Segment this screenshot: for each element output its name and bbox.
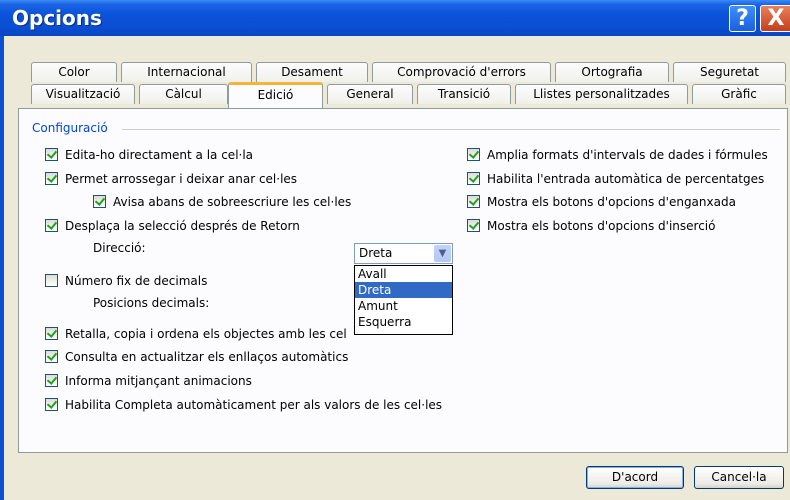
close-button[interactable]: X — [760, 5, 790, 32]
tab-edicio[interactable]: Edició — [228, 82, 323, 108]
tab-ortografia[interactable]: Ortografia — [555, 62, 669, 82]
checkbox-label: Mostra els botons d'opcions d'enganxada — [487, 195, 736, 209]
checkbox-box[interactable] — [467, 172, 480, 185]
checkbox-box[interactable] — [467, 219, 480, 232]
cancel-button[interactable]: Cancel·la — [694, 466, 784, 489]
options-dialog: Opcions ? X Color Internacional Desament… — [0, 0, 790, 500]
title-bar[interactable]: Opcions ? X — [0, 0, 790, 36]
checkbox-label: Habilita l'entrada automàtica de percent… — [487, 172, 765, 186]
checkbox-label: Número fix de decimals — [65, 274, 208, 288]
direction-dropdown-list: Avall Dreta Amunt Esquerra — [354, 265, 453, 335]
checkbox-box[interactable] — [467, 148, 480, 161]
dropdown-option-esquerra[interactable]: Esquerra — [355, 314, 452, 330]
dropdown-option-avall[interactable]: Avall — [355, 266, 452, 282]
checkbox-box[interactable] — [45, 398, 58, 411]
checkbox-box[interactable] — [45, 374, 58, 387]
checkbox-label: Permet arrossegar i deixar anar cel·les — [65, 172, 298, 186]
checkbox-box[interactable] — [45, 148, 58, 161]
dropdown-option-dreta[interactable]: Dreta — [355, 282, 452, 298]
checkbox-label: Retalla, copia i ordena els objectes amb… — [65, 327, 347, 341]
chevron-down-icon[interactable]: ▼ — [434, 245, 451, 262]
tab-seguretat[interactable]: Seguretat — [673, 62, 786, 82]
checkbox-label: Consulta en actualitzar els enllaços aut… — [65, 350, 349, 364]
checkbox-box[interactable] — [45, 350, 58, 363]
tab-internacional[interactable]: Internacional — [121, 62, 252, 82]
checkbox-box[interactable] — [45, 327, 58, 340]
checkbox-box[interactable] — [93, 195, 106, 208]
window-title: Opcions — [12, 6, 102, 30]
checkbox-label: Habilita Completa automàticament per als… — [65, 398, 443, 412]
tab-desament[interactable]: Desament — [256, 62, 368, 82]
ok-button[interactable]: D'acord — [586, 466, 684, 489]
direction-select-value: Dreta — [359, 246, 393, 260]
tab-general[interactable]: General — [327, 84, 413, 104]
checkbox-label: Edita-ho directament a la cel·la — [65, 148, 254, 162]
group-divider — [122, 129, 780, 130]
direction-label: Direcció: — [93, 241, 146, 255]
checkbox-box[interactable] — [45, 172, 58, 185]
tab-comprovacio-errors[interactable]: Comprovació d'errors — [372, 62, 551, 82]
checkbox-label: Mostra els botons d'opcions d'inserció — [487, 219, 716, 233]
group-title: Configuració — [32, 121, 112, 135]
tab-color[interactable]: Color — [31, 62, 117, 82]
direction-select[interactable]: Dreta ▼ — [354, 243, 453, 264]
tab-llistes-personalitzades[interactable]: Llistes personalitzades — [515, 84, 688, 104]
checkbox-box[interactable] — [45, 274, 58, 287]
tab-grafic[interactable]: Gràfic — [692, 84, 786, 104]
decimal-places-label: Posicions decimals: — [93, 296, 210, 310]
tab-visualitzacio[interactable]: Visualització — [31, 84, 135, 104]
checkbox-label: Avisa abans de sobreescriure les cel·les — [113, 195, 352, 209]
checkbox-box[interactable] — [467, 195, 480, 208]
help-button[interactable]: ? — [729, 5, 756, 32]
tab-calcul[interactable]: Càlcul — [139, 84, 228, 104]
checkbox-box[interactable] — [45, 219, 58, 232]
checkbox-label: Amplia formats d'intervals de dades i fó… — [487, 148, 768, 162]
checkbox-label: Desplaça la selecció després de Retorn — [65, 219, 300, 233]
dropdown-option-amunt[interactable]: Amunt — [355, 298, 452, 314]
tab-transicio[interactable]: Transició — [417, 84, 511, 104]
window-frame-left — [0, 36, 4, 500]
checkbox-label: Informa mitjançant animacions — [65, 374, 252, 388]
